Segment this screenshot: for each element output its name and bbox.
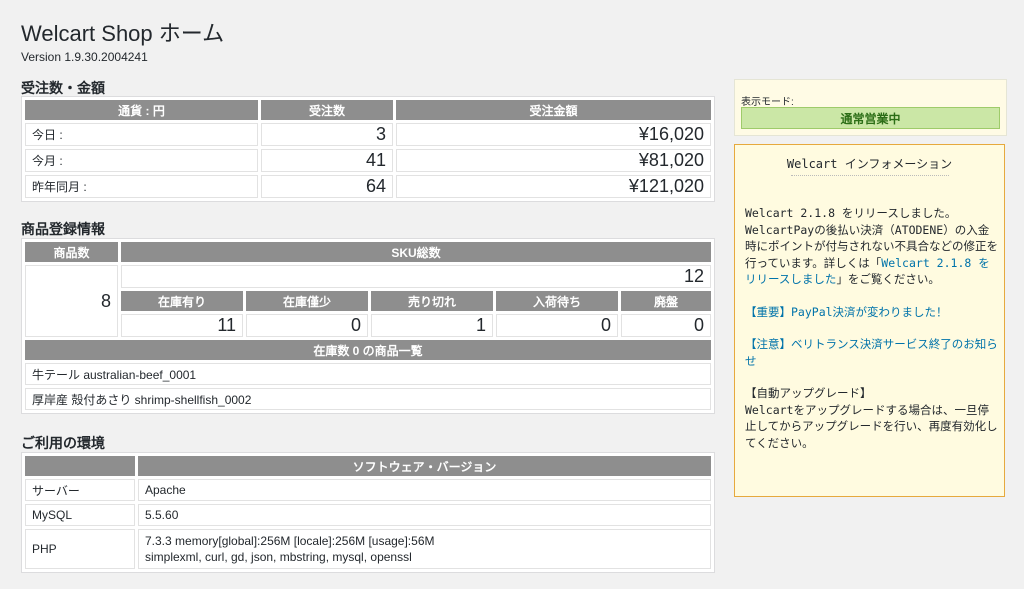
products-heading: 商品登録情報: [21, 221, 105, 237]
orders-heading: 受注数・金額: [21, 80, 105, 96]
orders-row-count: 41: [261, 149, 393, 172]
version-text: Version 1.9.30.2004241: [21, 50, 148, 64]
env-php-extensions: simplexml, curl, gd, json, mbstring, mys…: [145, 550, 412, 564]
orders-row-amount: ¥16,020: [396, 123, 711, 146]
info-upgrade-paragraph: 【自動アップグレード】 Welcartをアップグレードする場合は、一旦停止してから…: [745, 385, 1000, 451]
info-paypal-link[interactable]: 【重要】PayPal決済が変わりました！: [745, 305, 948, 319]
info-upgrade-title: 【自動アップグレード】: [745, 386, 872, 400]
orders-row-amount: ¥121,020: [396, 175, 711, 198]
table-row: MySQL 5.5.60: [25, 504, 711, 526]
info-body: Welcart 2.1.8 をリリースしました。WelcartPayの後払い決済…: [745, 205, 1000, 467]
display-mode-box: 表示モード: 通常営業中: [734, 79, 1007, 136]
stock-header-sold-out: 売り切れ: [371, 291, 493, 311]
table-row: 昨年同月 : 64 ¥121,020: [25, 175, 711, 198]
environment-heading: ご利用の環境: [21, 435, 105, 451]
env-value-server: Apache: [138, 479, 711, 501]
stock-header-discontinued: 廃盤: [621, 291, 711, 311]
list-item: 厚岸産 殻付あさり shrimp-shellfish_0002: [25, 388, 711, 410]
page-title: Welcart Shop ホーム: [21, 21, 225, 46]
stock-header-awaiting: 入荷待ち: [496, 291, 618, 311]
table-row: 今日 : 3 ¥16,020: [25, 123, 711, 146]
stock-header-low: 在庫僅少: [246, 291, 368, 311]
zero-stock-header: 在庫数 0 の商品一覧: [25, 340, 711, 360]
product-count-value: 8: [25, 265, 118, 337]
env-label-mysql: MySQL: [25, 504, 135, 526]
stock-value-low: 0: [246, 314, 368, 337]
env-label-server: サーバー: [25, 479, 135, 501]
table-row: 今月 : 41 ¥81,020: [25, 149, 711, 172]
env-value-php: 7.3.3 memory[global]:256M [locale]:256M …: [138, 529, 711, 569]
welcart-info-box: Welcart インフォメーション Welcart 2.1.8 をリリースしまし…: [734, 144, 1005, 497]
stock-value-sold-out: 1: [371, 314, 493, 337]
stock-value-awaiting: 0: [496, 314, 618, 337]
env-value-mysql: 5.5.60: [138, 504, 711, 526]
info-release-tail: 」をご覧ください。: [836, 272, 940, 286]
stock-value-discontinued: 0: [621, 314, 711, 337]
orders-row-count: 64: [261, 175, 393, 198]
orders-row-count: 3: [261, 123, 393, 146]
display-mode-label: 表示モード:: [741, 97, 794, 108]
environment-col-software: ソフトウェア・バージョン: [138, 456, 711, 476]
orders-table: 通貨 : 円 受注数 受注金額 今日 : 3 ¥16,020 今月 : 41 ¥…: [21, 96, 715, 202]
env-label-php: PHP: [25, 529, 135, 569]
info-release-paragraph: Welcart 2.1.8 をリリースしました。WelcartPayの後払い決済…: [745, 205, 1000, 288]
sku-total-header: SKU総数: [121, 242, 711, 262]
environment-table: ソフトウェア・バージョン サーバー Apache MySQL 5.5.60 PH…: [21, 452, 715, 573]
env-php-version: 7.3.3 memory[global]:256M [locale]:256M …: [145, 534, 435, 548]
zero-stock-item-link[interactable]: 厚岸産 殻付あさり shrimp-shellfish_0002: [25, 388, 711, 410]
info-divider: [791, 175, 949, 176]
orders-row-label: 昨年同月 :: [25, 175, 258, 198]
display-mode-status: 通常営業中: [741, 107, 1000, 129]
product-count-header: 商品数: [25, 242, 118, 262]
zero-stock-item-link[interactable]: 牛テール australian-beef_0001: [25, 363, 711, 385]
table-row: サーバー Apache: [25, 479, 711, 501]
table-row: PHP 7.3.3 memory[global]:256M [locale]:2…: [25, 529, 711, 569]
orders-col-count: 受注数: [261, 100, 393, 120]
orders-col-currency: 通貨 : 円: [25, 100, 258, 120]
orders-row-amount: ¥81,020: [396, 149, 711, 172]
orders-row-label: 今月 :: [25, 149, 258, 172]
list-item: 牛テール australian-beef_0001: [25, 363, 711, 385]
orders-row-label: 今日 :: [25, 123, 258, 146]
info-upgrade-text: Welcartをアップグレードする場合は、一旦停止してからアップグレードを行い、…: [745, 402, 998, 450]
info-veritrans-link[interactable]: 【注意】ベリトランス決済サービス終了のお知らせ: [745, 337, 998, 368]
stock-header-in-stock: 在庫有り: [121, 291, 243, 311]
stock-value-in-stock: 11: [121, 314, 243, 337]
products-table: 商品数 SKU総数 8 12 在庫有り 在庫僅少 売り切れ 入荷待ち 廃盤 11…: [21, 238, 715, 414]
orders-col-amount: 受注金額: [396, 100, 711, 120]
info-title: Welcart インフォメーション: [786, 157, 953, 171]
sku-total-value: 12: [121, 265, 711, 288]
environment-col-blank: [25, 456, 135, 476]
